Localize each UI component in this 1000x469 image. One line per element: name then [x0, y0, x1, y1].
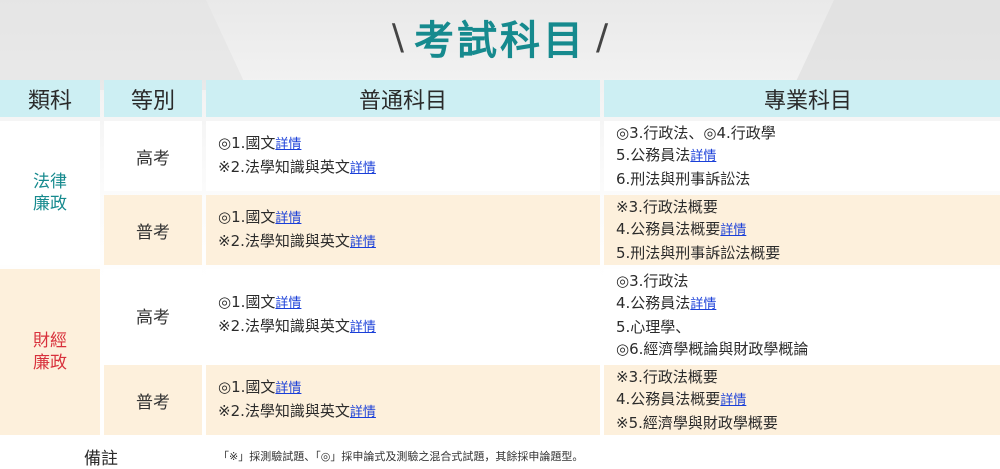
details-link[interactable]: 詳情: [720, 393, 746, 408]
header-grade: 等別: [104, 80, 202, 117]
general-subjects-cell: ◎1.國文詳情 ※2.法學知識與英文詳情: [206, 121, 600, 191]
title-slash-left: \: [391, 16, 404, 58]
details-link[interactable]: 詳情: [690, 149, 716, 164]
subject-name: 4.公務員法概要: [616, 220, 721, 238]
subject-name: 4.公務員法概要: [616, 390, 721, 408]
details-link[interactable]: 詳情: [350, 235, 376, 250]
category-cell: 財經 廉政: [0, 269, 100, 435]
details-link[interactable]: 詳情: [350, 320, 376, 335]
table-header-row: 類科 等別 普通科目 專業科目: [0, 80, 1000, 117]
details-link[interactable]: 詳情: [275, 296, 301, 311]
details-link[interactable]: 詳情: [350, 405, 376, 420]
subject-name: ※3.行政法概要: [616, 198, 718, 216]
professional-subjects-cell: ◎3.行政法、◎4.行政學 5.公務員法詳情 6.刑法與刑事訴訟法: [604, 121, 1000, 191]
subject-item: 5.心理學、: [616, 316, 1000, 338]
subject-name: 6.刑法與刑事訴訟法: [616, 170, 751, 188]
details-link[interactable]: 詳情: [275, 137, 301, 152]
subject-name: ※2.法學知識與英文: [218, 402, 350, 420]
subject-item: ◎1.國文詳情: [218, 206, 600, 230]
general-subjects-cell: ◎1.國文詳情 ※2.法學知識與英文詳情: [206, 365, 600, 435]
subject-name: 5.心理學、: [616, 318, 691, 336]
header-category: 類科: [0, 80, 100, 117]
subject-item: ◎6.經濟學概論與財政學概論: [616, 338, 1000, 360]
details-link[interactable]: 詳情: [690, 297, 716, 312]
table-row: 普考 ◎1.國文詳情 ※2.法學知識與英文詳情 ※3.行政法概要 4.公務員法概要詳情 ※…: [0, 365, 1000, 435]
subject-name: ◎6.經濟學概論與財政學概論: [616, 340, 809, 358]
note-row: 備註 「※」採測驗試題、「◎」採申論式及測驗之混合式試題，其餘採申論題型。: [0, 439, 1000, 469]
subject-name: ※2.法學知識與英文: [218, 158, 350, 176]
subject-item: ※2.法學知識與英文詳情: [218, 315, 600, 339]
category-label: 廉政: [33, 353, 67, 373]
table-row: 普考 ◎1.國文詳情 ※2.法學知識與英文詳情 ※3.行政法概要 4.公務員法概要詳情 5…: [0, 195, 1000, 265]
subject-name: ※3.行政法概要: [616, 368, 718, 386]
details-link[interactable]: 詳情: [275, 381, 301, 396]
subject-item: 6.刑法與刑事訴訟法: [616, 168, 1000, 190]
subject-name: 5.公務員法: [616, 146, 691, 164]
subject-name: ◎1.國文: [218, 208, 276, 226]
subject-item: ◎1.國文詳情: [218, 132, 600, 156]
details-link[interactable]: 詳情: [350, 161, 376, 176]
table-body: 法律 廉政 高考 ◎1.國文詳情 ※2.法學知識與英文詳情 ◎3.行政法、◎4.行政學 5.…: [0, 121, 1000, 469]
table-row: 法律 廉政 高考 ◎1.國文詳情 ※2.法學知識與英文詳情 ◎3.行政法、◎4.行政學 5.…: [0, 121, 1000, 265]
category-label: 法律: [33, 171, 67, 192]
subject-item: ◎1.國文詳情: [218, 291, 600, 315]
category-label: 財經: [33, 330, 67, 351]
professional-subjects-cell: ◎3.行政法 4.公務員法詳情 5.心理學、 ◎6.經濟學概論與財政學概論: [604, 269, 1000, 361]
grade-cell: 高考: [104, 121, 202, 191]
subject-name: ◎1.國文: [218, 293, 276, 311]
subject-item: ※3.行政法概要: [616, 366, 1000, 388]
subject-item: ※2.法學知識與英文詳情: [218, 156, 600, 180]
subject-name: ◎1.國文: [218, 134, 276, 152]
title-slash-right: /: [596, 16, 609, 58]
header-general-subjects: 普通科目: [206, 80, 600, 117]
table-row: 財經 廉政 高考 ◎1.國文詳情 ※2.法學知識與英文詳情 ◎3.行政法 4.公務員法詳情 5…: [0, 269, 1000, 435]
subject-item: ※5.經濟學與財政學概要: [616, 412, 1000, 434]
subject-item: ◎1.國文詳情: [218, 376, 600, 400]
note-text: 「※」採測驗試題、「◎」採申論式及測驗之混合式試題，其餘採申論題型。: [206, 439, 1000, 469]
title-banner: \ 考試科目 /: [0, 2, 1000, 72]
subject-item: 4.公務員法概要詳情: [616, 388, 1000, 412]
subject-name: 4.公務員法: [616, 294, 691, 312]
subject-name: ※2.法學知識與英文: [218, 317, 350, 335]
category-cell: 法律 廉政: [0, 121, 100, 265]
subject-name: ◎1.國文: [218, 378, 276, 396]
subject-item: ※3.行政法概要: [616, 196, 1000, 218]
professional-subjects-cell: ※3.行政法概要 4.公務員法概要詳情 5.刑法與刑事訴訟法概要: [604, 195, 1000, 265]
subject-item: 4.公務員法概要詳情: [616, 218, 1000, 242]
general-subjects-cell: ◎1.國文詳情 ※2.法學知識與英文詳情: [206, 269, 600, 361]
subject-name: ※2.法學知識與英文: [218, 232, 350, 250]
subject-name: ◎3.行政法: [616, 272, 689, 290]
general-subjects-cell: ◎1.國文詳情 ※2.法學知識與英文詳情: [206, 195, 600, 265]
exam-subjects-table: 類科 等別 普通科目 專業科目 法律 廉政 高考 ◎1.國文詳情 ※2.法學知識與英文詳…: [0, 76, 1000, 469]
subject-item: ※2.法學知識與英文詳情: [218, 230, 600, 254]
subject-name: ◎3.行政法、◎4.行政學: [616, 124, 776, 142]
subject-name: ※5.經濟學與財政學概要: [616, 414, 778, 432]
page-title: 考試科目: [414, 18, 586, 64]
note-label: 備註: [0, 439, 202, 469]
header-professional-subjects: 專業科目: [604, 80, 1000, 117]
grade-cell: 高考: [104, 269, 202, 361]
details-link[interactable]: 詳情: [720, 223, 746, 238]
subject-item: ※2.法學知識與英文詳情: [218, 400, 600, 424]
subject-item: ◎3.行政法、◎4.行政學: [616, 122, 1000, 144]
professional-subjects-cell: ※3.行政法概要 4.公務員法概要詳情 ※5.經濟學與財政學概要: [604, 365, 1000, 435]
subject-item: 5.刑法與刑事訴訟法概要: [616, 242, 1000, 264]
grade-cell: 普考: [104, 195, 202, 265]
subject-item: 4.公務員法詳情: [616, 292, 1000, 316]
grade-cell: 普考: [104, 365, 202, 435]
category-label: 廉政: [33, 194, 67, 214]
subject-item: 5.公務員法詳情: [616, 144, 1000, 168]
details-link[interactable]: 詳情: [275, 211, 301, 226]
subject-item: ◎3.行政法: [616, 270, 1000, 292]
subject-name: 5.刑法與刑事訴訟法概要: [616, 244, 781, 262]
